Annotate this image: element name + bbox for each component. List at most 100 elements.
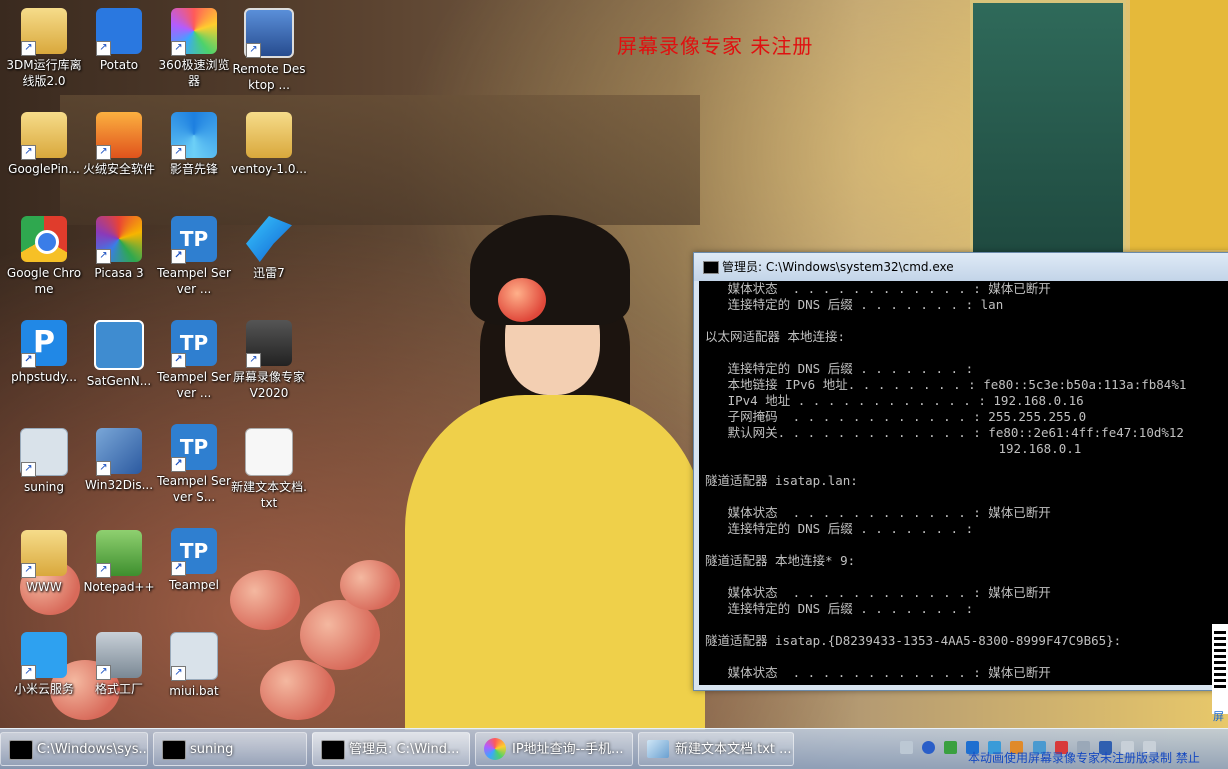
desktop-icon-label: 3DM运行库离线版2.0 <box>6 58 82 88</box>
desktop-icon-teampel-3[interactable]: TP ↗ Teampel Server S... <box>156 424 232 505</box>
batch-file-icon: ↗ <box>170 632 218 681</box>
taskbar-item-label: IP地址查询--手机... <box>512 742 624 757</box>
desktop-icon-label: phpstudy... <box>11 370 77 384</box>
desktop-icon-xfplay[interactable]: ↗ 影音先锋 <box>156 112 232 177</box>
desktop-icon-potato[interactable]: ↗ Potato <box>81 8 157 73</box>
desktop-icon-xiaomi-cloud[interactable]: ↗ 小米云服务 <box>6 632 82 697</box>
teampel-icon: TP ↗ <box>171 216 217 264</box>
desktop-icon-phpstudy[interactable]: P ↗ phpstudy... <box>6 320 82 385</box>
desktop-icon-label: Potato <box>99 58 139 72</box>
play-icon: ↗ <box>171 112 217 160</box>
text-file-icon <box>245 428 293 476</box>
desktop-icon-teampel-2[interactable]: TP ↗ Teampel Server ... <box>156 320 232 401</box>
notepad-icon <box>647 740 669 758</box>
cmd-output-line <box>699 537 1228 553</box>
teampel-icon: TP ↗ <box>171 320 217 368</box>
folder-icon <box>246 112 292 158</box>
cmd-output-line: 本地链接 IPv6 地址. . . . . . . . : fe80::5c3e… <box>705 377 1187 392</box>
notepadpp-icon: ↗ <box>96 530 142 578</box>
taskbar-item-notepad[interactable]: 新建文本文档.txt ... <box>638 732 794 766</box>
taskbar-item-label: 新建文本文档.txt ... <box>675 742 792 757</box>
gear-icon: ↗ <box>20 428 68 477</box>
desktop-icon-miui-bat[interactable]: ↗ miui.bat <box>156 632 232 699</box>
help-icon[interactable] <box>922 741 936 754</box>
desktop-icon-suning[interactable]: ↗ suning <box>6 428 82 495</box>
desktop-icon-screen-recorder[interactable]: ↗ 屏幕录像专家V2020 <box>231 320 307 401</box>
desktop-icon-googlepinyin[interactable]: ↗ GooglePin... <box>6 112 82 177</box>
phpstudy-icon: P ↗ <box>21 320 67 368</box>
desktop-icon-huorong[interactable]: ↗ 火绒安全软件 <box>81 112 157 177</box>
desktop-icon-label: 影音先锋 <box>169 162 218 176</box>
qr-caption: 屏 <box>1213 710 1224 723</box>
desktop-icon-notepadpp[interactable]: ↗ Notepad++ <box>81 530 157 595</box>
recorder-watermark: 屏幕录像专家 未注册 <box>617 34 814 58</box>
tray-app-icon[interactable] <box>944 741 958 754</box>
cmd-output-line: 默认网关. . . . . . . . . . . . . : fe80::2e… <box>705 425 1184 440</box>
cmd-output-line: 媒体状态 . . . . . . . . . . . . : 媒体已断开 <box>705 281 1051 296</box>
cmd-icon <box>703 261 719 274</box>
desktop-icon-label: Remote Desktop ... <box>232 62 306 92</box>
desktop-icon-label: 小米云服务 <box>13 682 74 696</box>
taskbar-item-cmd-1[interactable]: C:\Windows\sys... <box>0 732 148 766</box>
desktop-icon-picasa[interactable]: ↗ Picasa 3 <box>81 216 157 281</box>
flame-shield-icon: ↗ <box>96 112 142 160</box>
cmd-output-line: 隧道适配器 isatap.lan: <box>705 473 858 488</box>
picasa-icon: ↗ <box>96 216 142 264</box>
cmd-window[interactable]: 管理员: C:\Windows\system32\cmd.exe 媒体状态 . … <box>693 252 1228 691</box>
cloud-icon: ↗ <box>21 632 67 680</box>
chrome-icon <box>21 216 67 262</box>
taskbar-item-cmd-admin[interactable]: 管理员: C:\Wind... <box>312 732 470 766</box>
desktop-icon-remote-desktop[interactable]: ↗ Remote Desktop ... <box>231 8 307 93</box>
desktop-icon-xunlei[interactable]: 迅雷7 <box>231 216 307 281</box>
desktop-icon-format-factory[interactable]: ↗ 格式工厂 <box>81 632 157 697</box>
cmd-title: 管理员: C:\Windows\system32\cmd.exe <box>722 260 954 274</box>
wallpaper-fruit <box>300 600 380 670</box>
cmd-output-line: 连接特定的 DNS 后缀 . . . . . . . : lan <box>705 297 1004 312</box>
desktop-icon-ventoy[interactable]: ventoy-1.0... <box>231 112 307 177</box>
taskbar-item-ip-lookup[interactable]: IP地址查询--手机... <box>475 732 633 766</box>
wallpaper-girl-hat <box>470 215 630 325</box>
desktop-icon-new-text-doc[interactable]: 新建文本文档.txt <box>231 428 307 511</box>
cmd-output-line: 媒体状态 . . . . . . . . . . . . : 媒体已断开 <box>705 665 1051 680</box>
browser-360-icon: ↗ <box>171 8 217 56</box>
taskbar-item-label: suning <box>190 742 234 757</box>
desktop-icon-360-browser[interactable]: ↗ 360极速浏览器 <box>156 8 232 89</box>
cmd-console[interactable]: 媒体状态 . . . . . . . . . . . . : 媒体已断开 连接特… <box>699 281 1228 685</box>
desktop-icon-label: 屏幕录像专家V2020 <box>232 370 305 400</box>
desktop-icon-win32diskimager[interactable]: ↗ Win32Dis... <box>81 428 157 493</box>
desktop-icon-label: suning <box>23 480 65 494</box>
desktop-icon-label: Teampel <box>168 578 220 592</box>
desktop-icon-label: Teampel Server ... <box>157 370 231 400</box>
wallpaper-yellow-wall <box>1130 0 1228 250</box>
desktop-icon-label: 格式工厂 <box>94 682 143 696</box>
remote-desktop-icon: ↗ <box>244 8 294 58</box>
satgen-icon <box>94 320 144 370</box>
desktop-icon-www[interactable]: ↗ WWW <box>6 530 82 595</box>
cmd-output-line: 媒体状态 . . . . . . . . . . . . : 媒体已断开 <box>705 505 1051 520</box>
desktop-icon-3dm[interactable]: ↗ 3DM运行库离线版2.0 <box>6 8 82 89</box>
taskbar-item-suning[interactable]: suning <box>153 732 307 766</box>
cmd-output-line: 媒体状态 . . . . . . . . . . . . : 媒体已断开 <box>705 585 1051 600</box>
browser-360-icon <box>484 738 506 760</box>
cmd-output-line: 192.168.0.1 <box>705 441 1082 456</box>
cmd-title-bar[interactable]: 管理员: C:\Windows\system32\cmd.exe <box>694 253 1228 281</box>
desktop-icon-label: Teampel Server S... <box>157 474 231 504</box>
keyboard-icon[interactable] <box>900 741 913 754</box>
cmd-output-line: 隧道适配器 本地连接* 9: <box>705 553 856 568</box>
desktop-icon-label: miui.bat <box>169 684 219 698</box>
cmd-output-line: 隧道适配器 isatap.{D8239433-1353-4AA5-8300-89… <box>705 633 1122 648</box>
desktop-icon-label: WWW <box>26 580 62 594</box>
desktop-icon-satgen[interactable]: SatGenN... <box>81 320 157 389</box>
wallpaper-apple <box>498 278 546 322</box>
folder-chrome-icon: ↗ <box>21 112 67 160</box>
cmd-output-line <box>699 313 1228 329</box>
desktop-icon-google-chrome[interactable]: Google Chrome <box>6 216 82 297</box>
desktop-icon-label: Picasa 3 <box>94 266 144 280</box>
wallpaper-girl-dress <box>405 395 705 730</box>
teampel-icon: TP ↗ <box>171 528 217 576</box>
desktop-icon-teampel-1[interactable]: TP ↗ Teampel Server ... <box>156 216 232 297</box>
folder-icon: ↗ <box>21 530 67 578</box>
cmd-output-line: 连接特定的 DNS 后缀 . . . . . . . : <box>705 361 974 376</box>
desktop-icon-teampel-4[interactable]: TP ↗ Teampel <box>156 528 232 593</box>
recorder-status-banner: 本动画使用屏幕录像专家未注册版录制 禁止 <box>968 751 1200 765</box>
